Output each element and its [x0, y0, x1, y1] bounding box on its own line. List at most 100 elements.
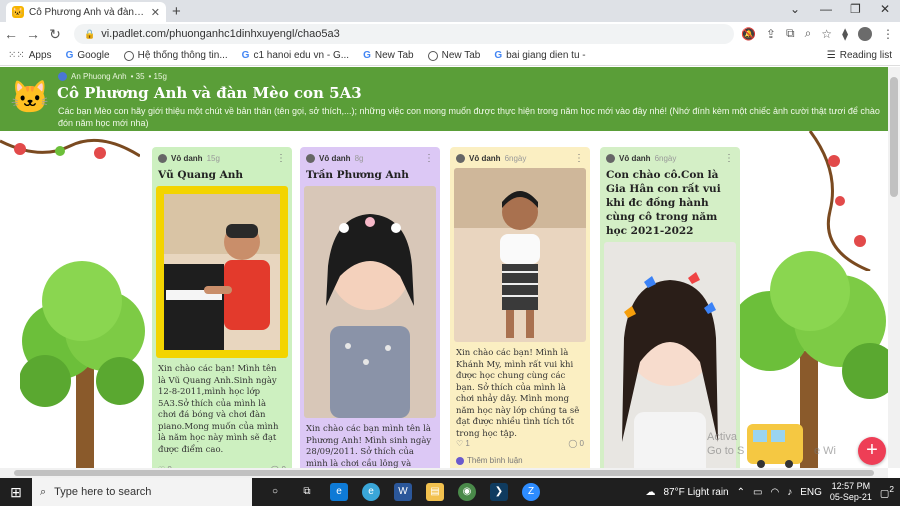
system-clock[interactable]: 12:57 PM 05-Sep-21 [830, 481, 872, 503]
bus-illustration [747, 424, 803, 468]
bookmarks-bar: ⁙⁙ Apps G Google Hệ thống thông tin... Gc1… [0, 46, 900, 66]
post-header: Vô danh 6ngày ⋮ [600, 147, 740, 164]
chrome-icon[interactable]: ◉ [458, 483, 476, 501]
volume-icon[interactable]: ♪ [787, 487, 792, 498]
post-photo[interactable] [304, 186, 436, 418]
post-photo[interactable] [454, 168, 586, 342]
minimize-button[interactable]: — [820, 2, 832, 16]
notifications-blocked-icon[interactable]: 🔕 [741, 27, 756, 41]
cortana-icon[interactable]: ○ [266, 483, 284, 501]
page-description: Các bạn Mèo con hãy giới thiệu một chút … [58, 106, 880, 128]
bookmark-new-tab-2[interactable]: New Tab [427, 50, 480, 61]
taskbar-search[interactable]: ⌕ Type here to search [32, 478, 252, 506]
post-footer: ♡ 1 ◯ 0 [450, 436, 590, 451]
add-post-button[interactable]: + [858, 437, 886, 465]
back-icon[interactable]: ← [0, 26, 22, 42]
profile-menu-icon[interactable]: ⌄ [790, 2, 800, 16]
notification-center-icon[interactable]: ▢2 [880, 484, 894, 499]
profile-avatar[interactable] [858, 26, 872, 41]
commenter-avatar [456, 456, 464, 465]
install-icon[interactable]: ⇪ [766, 27, 776, 41]
edge-icon[interactable]: e [330, 483, 348, 501]
bookmark-c1hanoi[interactable]: Gc1 hanoi edu vn - G... [242, 50, 349, 61]
more-options-icon[interactable]: ⋮ [724, 153, 734, 164]
battery-icon[interactable]: ▭ [753, 487, 762, 498]
post-title: Vũ Quang Anh [158, 169, 244, 181]
post-header: Vô danh 15g ⋮ [152, 147, 292, 164]
new-tab-button[interactable]: + [172, 3, 181, 20]
forward-icon[interactable]: → [22, 26, 44, 42]
globe-icon [123, 50, 134, 61]
close-tab-icon[interactable]: ✕ [151, 6, 160, 19]
post-header: Vô danh 6ngày ⋮ [450, 147, 590, 164]
post-card[interactable]: Vô danh 8g ⋮ Trần Phương Anh Xin chào cá… [300, 147, 440, 468]
post-photo[interactable] [156, 186, 288, 358]
post-age: • 15g [148, 72, 167, 81]
padlet-favicon-icon: 🐱 [12, 6, 24, 18]
horizontal-scrollbar[interactable] [0, 468, 888, 478]
reload-icon[interactable]: ↻ [44, 26, 66, 43]
word-icon[interactable]: W [394, 483, 412, 501]
edge-beta-icon[interactable]: e [362, 483, 380, 501]
address-bar[interactable]: 🔒 vi.padlet.com/phuonganhc1dinhxuyengl/c… [74, 24, 734, 44]
comment-button[interactable]: ◯ 0 [568, 439, 584, 448]
scrollbar-thumb[interactable] [14, 470, 874, 476]
browser-nav-bar: ← → ↻ 🔒 vi.padlet.com/phuonganhc1dinhxuy… [0, 22, 900, 46]
powershell-icon[interactable]: ❯ [490, 483, 508, 501]
bookmark-star-icon[interactable]: ☆ [821, 27, 832, 41]
more-options-icon[interactable]: ⋮ [276, 153, 286, 164]
reading-list-icon: ☰ [826, 50, 836, 61]
zoom-icon[interactable]: ⌕ [805, 26, 812, 41]
scrollbar-thumb[interactable] [890, 77, 898, 197]
bookmark-apps[interactable]: ⁙⁙ Apps [8, 50, 52, 61]
google-icon: G [65, 50, 74, 61]
zoom-app-icon[interactable]: Z [522, 483, 540, 501]
url-text: vi.padlet.com/phuonganhc1dinhxuyengl/cha… [101, 28, 340, 40]
reading-list-button[interactable]: ☰ Reading list [827, 50, 892, 61]
like-button[interactable]: ♡ 1 [456, 439, 470, 448]
more-options-icon[interactable]: ⋮ [574, 153, 584, 164]
add-comment-link[interactable]: Thêm bình luận [456, 456, 523, 465]
bookmark-google[interactable]: G Google [66, 50, 110, 61]
bookmark-new-tab-1[interactable]: G New Tab [363, 50, 414, 61]
vine-illustration-left [0, 138, 140, 159]
maximize-button[interactable]: ❐ [850, 2, 861, 16]
post-title: Trần Phương Anh [306, 169, 409, 181]
system-tray: ☁ 87°F Light rain ⌃ ▭ ◠ ♪ ENG 12:57 PM 0… [645, 478, 894, 506]
file-explorer-icon[interactable]: ▤ [426, 483, 444, 501]
anonymous-user-icon [306, 154, 315, 163]
author-name[interactable]: An Phuong Anh [71, 72, 127, 81]
close-window-button[interactable]: ✕ [880, 2, 890, 16]
bookmark-bai-giang[interactable]: Gbai giang dien tu - [494, 50, 585, 61]
tab-title: Cô Phương Anh và đàn Mèo con [29, 6, 146, 18]
task-view-icon[interactable]: ⧉ [298, 483, 316, 501]
weather-icon: ☁ [645, 486, 656, 498]
weather-text[interactable]: 87°F Light rain [663, 487, 728, 498]
windows-activation-watermark-tail: e Wi [814, 445, 836, 457]
wifi-icon[interactable]: ◠ [770, 487, 779, 498]
vertical-scrollbar[interactable] [888, 67, 900, 468]
padlet-wall: Vô danh 15g ⋮ Vũ Quang Anh Xin chào các … [0, 131, 888, 468]
post-title: Con chào cô.Con là Gia Hân con rất vui k… [606, 169, 721, 237]
author-avatar [58, 72, 67, 81]
padlet-meta: An Phuong Anh • 35 • 15g [58, 72, 167, 81]
post-card[interactable]: Vô danh 6ngày ⋮ Xin chào các bạn! Mình l… [450, 147, 590, 468]
translate-icon[interactable]: ⧉ [786, 26, 795, 41]
like-count: • 35 [130, 72, 145, 81]
tray-chevron-icon[interactable]: ⌃ [737, 487, 745, 498]
more-options-icon[interactable]: ⋮ [424, 153, 434, 164]
menu-icon[interactable]: ⋮ [882, 27, 894, 41]
google-icon: G [494, 50, 503, 61]
post-card[interactable]: Vô danh 15g ⋮ Vũ Quang Anh Xin chào các … [152, 147, 292, 468]
taskbar-apps: ○ ⧉ e e W ▤ ◉ ❯ Z [266, 483, 540, 501]
extensions-icon[interactable]: ⧫ [842, 27, 848, 41]
lock-icon: 🔒 [84, 28, 96, 39]
language-indicator[interactable]: ENG [800, 487, 822, 498]
bookmark-he-thong[interactable]: Hệ thống thông tin... [123, 50, 228, 61]
post-card[interactable]: Vô danh 6ngày ⋮ Con chào cô.Con là Gia H… [600, 147, 740, 468]
windows-activation-watermark: Activa Go to S [707, 431, 745, 457]
windows-start-icon[interactable]: ⊞ [0, 484, 32, 501]
windows-taskbar: ⊞ ⌕ Type here to search ○ ⧉ e e W ▤ ◉ ❯ … [0, 478, 900, 506]
photo-girl-phuong-anh [304, 186, 436, 418]
browser-tab[interactable]: 🐱 Cô Phương Anh và đàn Mèo con ✕ [6, 2, 166, 22]
